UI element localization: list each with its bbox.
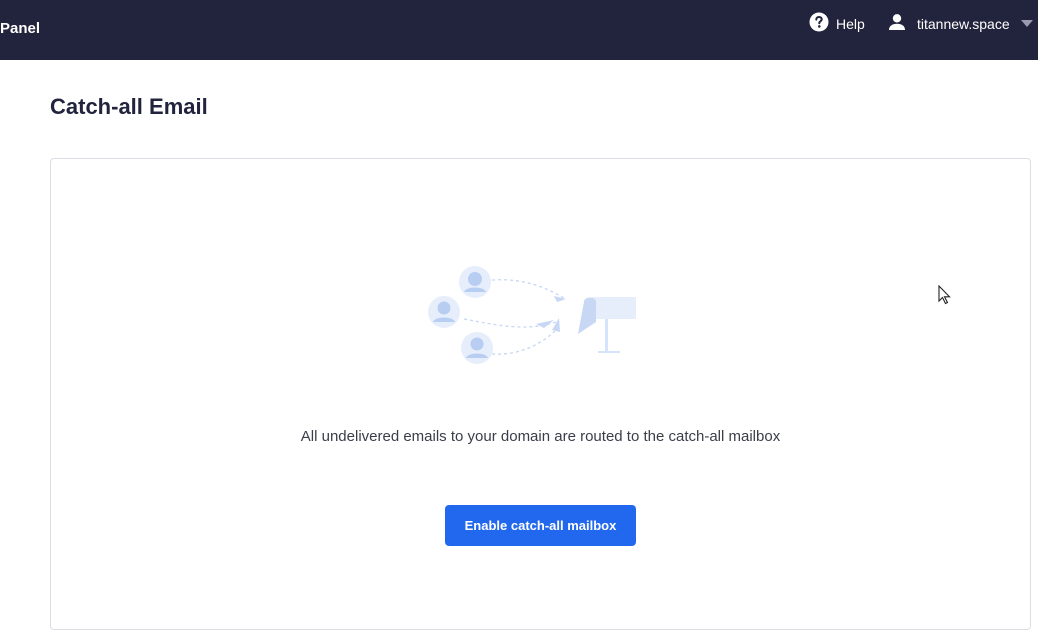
top-navigation-bar: Panel Help titannew.space: [0, 0, 1038, 60]
help-link[interactable]: Help: [809, 12, 865, 37]
user-name: titannew.space: [917, 16, 1010, 32]
help-label: Help: [836, 16, 865, 32]
mouse-pointer-icon: [938, 284, 952, 310]
enable-catch-all-button[interactable]: Enable catch-all mailbox: [445, 505, 636, 546]
question-circle-icon: [809, 12, 829, 37]
catch-all-card: All undelivered emails to your domain ar…: [50, 158, 1031, 630]
caret-down-icon: [1020, 15, 1033, 33]
page-title: Catch-all Email: [50, 94, 208, 119]
user-menu[interactable]: titannew.space: [887, 13, 1033, 35]
brand-title: Panel: [0, 20, 41, 37]
empty-state-description: All undelivered emails to your domain ar…: [300, 428, 781, 445]
catch-all-mailbox-illustration: [426, 262, 653, 372]
person-icon: [887, 12, 907, 37]
